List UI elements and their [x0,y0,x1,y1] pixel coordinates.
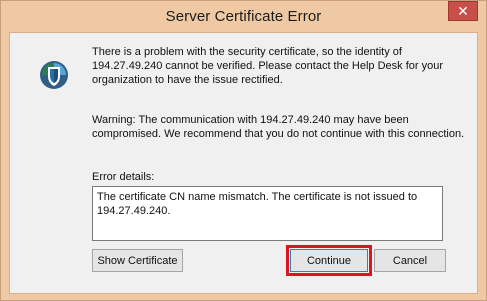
title-bar[interactable]: Server Certificate Error ✕ [1,1,486,31]
security-shield-icon [40,61,68,89]
dialog-body: There is a problem with the security cer… [9,32,478,294]
close-icon: ✕ [457,3,469,19]
show-certificate-button[interactable]: Show Certificate [92,249,183,272]
error-details-label: Error details: [92,171,155,183]
window-title: Server Certificate Error [165,7,322,25]
close-button[interactable]: ✕ [448,1,478,21]
error-details-box[interactable]: The certificate CN name mismatch. The ce… [92,186,443,241]
cancel-button[interactable]: Cancel [374,249,446,272]
certificate-error-dialog: Server Certificate Error ✕ There is a pr… [0,0,487,301]
continue-button[interactable]: Continue [286,245,372,276]
problem-message: There is a problem with the security cer… [92,46,443,86]
warning-message: Warning: The communication with 194.27.4… [92,114,465,140]
